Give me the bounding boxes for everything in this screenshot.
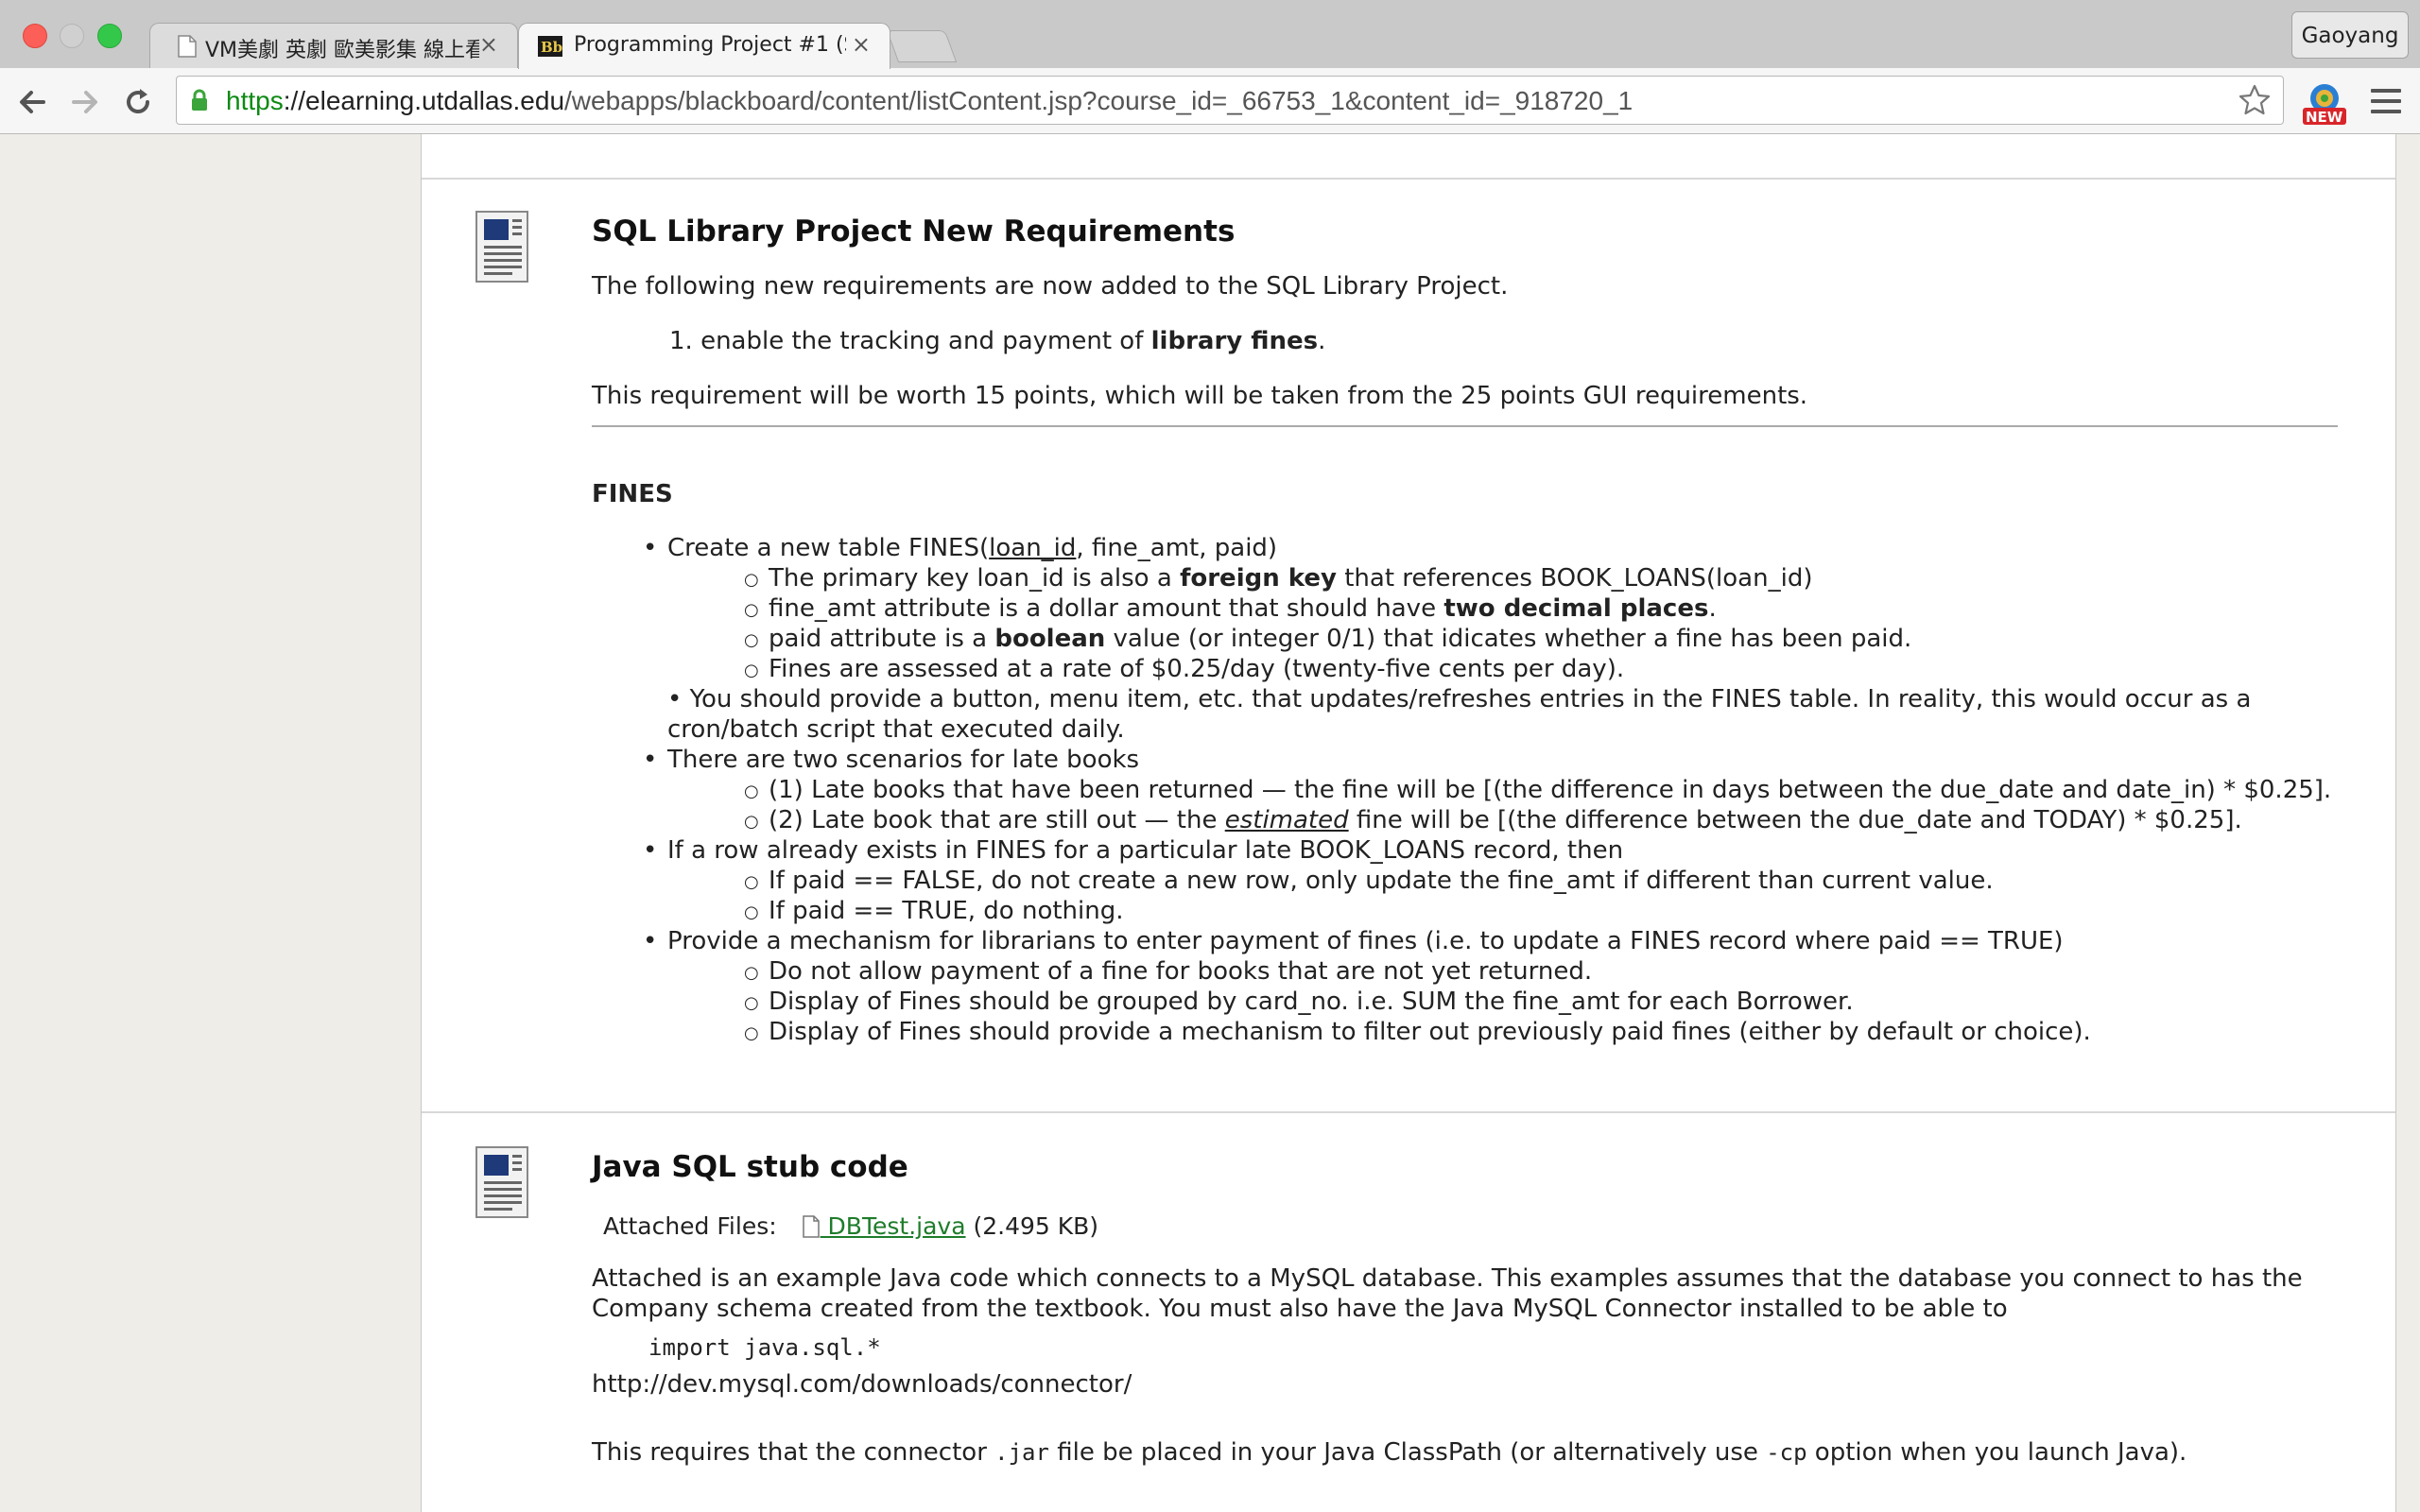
text: This requires that the connector	[592, 1438, 995, 1467]
bold-text: library fines	[1150, 327, 1319, 355]
content-area: SQL Library Project New Requirements The…	[421, 134, 2396, 1512]
file-link[interactable]: DBTest.java	[821, 1212, 966, 1240]
text: (2) Late book that are still out — the	[769, 806, 1225, 834]
tab-close-icon[interactable]: ×	[479, 31, 498, 58]
url-text: https://elearning.utdallas.edu/webapps/b…	[226, 86, 1633, 116]
text: The primary key loan_id is also a	[769, 564, 1181, 593]
underlined-text: loan_id	[989, 534, 1077, 562]
ordered-item: 1. enable the tracking and payment of li…	[669, 327, 1325, 355]
text: Create a new table FINES(	[667, 534, 990, 562]
item-title[interactable]: SQL Library Project New Requirements	[592, 215, 1235, 249]
emphasis-text: estimated	[1224, 806, 1349, 834]
window-minimize-button[interactable]	[60, 24, 84, 48]
list-item: If paid == FALSE, do not create a new ro…	[744, 867, 1994, 895]
code-line: import java.sql.*	[648, 1334, 881, 1361]
star-icon[interactable]	[2238, 83, 2272, 117]
bold-text: foreign key	[1180, 564, 1337, 593]
list-item: Create a new table FINES(loan_id, fine_a…	[643, 534, 1278, 562]
list-item: fine_amt attribute is a dollar amount th…	[744, 594, 1717, 623]
paragraph-text: Company schema created from the textbook…	[592, 1295, 2008, 1323]
document-icon	[475, 1146, 528, 1218]
browser-toolbar: https://elearning.utdallas.edu/webapps/b…	[0, 68, 2420, 134]
list-item-text: cron/batch script that executed daily.	[667, 715, 1125, 744]
document-icon	[475, 211, 528, 283]
text: fine will be [(the difference between th…	[1348, 806, 2242, 834]
divider	[422, 178, 2395, 180]
new-tab-button[interactable]	[886, 30, 958, 62]
paragraph-text: This requires that the connector .jar fi…	[592, 1438, 2187, 1467]
list-item: Display of Fines should provide a mechan…	[744, 1018, 2091, 1046]
lock-icon	[192, 89, 207, 111]
text: , fine_amt, paid)	[1076, 534, 1278, 562]
tab-title: Programming Project #1 (S	[574, 33, 846, 57]
tab-title: VM美劇 英劇 歐美影集 線上看	[205, 39, 479, 62]
window-titlebar: VM美劇 英劇 歐美影集 線上看 × Bb Programming Projec…	[0, 0, 2420, 69]
file-size: (2.495 KB)	[973, 1212, 1099, 1240]
list-item: If paid == TRUE, do nothing.	[744, 897, 1123, 925]
list-item: paid attribute is a boolean value (or in…	[744, 625, 1912, 653]
divider	[422, 1111, 2395, 1113]
window-maximize-button[interactable]	[97, 24, 122, 48]
text: paid attribute is a	[769, 625, 995, 653]
text: .	[1318, 327, 1326, 355]
text: that references BOOK_LOANS(loan_id)	[1336, 564, 1813, 593]
connector-url: http://dev.mysql.com/downloads/connector…	[592, 1370, 1132, 1399]
back-icon[interactable]	[15, 85, 49, 119]
new-extension-icon[interactable]: NEW	[2301, 79, 2348, 127]
list-item: (1) Late books that have been returned —…	[744, 776, 2331, 804]
url-host: ://elearning.utdallas.edu	[283, 86, 565, 115]
url-path: /webapps/blackboard/content/listContent.…	[564, 86, 1634, 115]
intro-text: The following new requirements are now a…	[592, 272, 1509, 301]
text: 1. enable the tracking and payment of	[669, 327, 1151, 355]
reload-icon[interactable]	[121, 85, 155, 119]
attached-files-label: Attached Files:	[603, 1212, 777, 1240]
tab-close-icon[interactable]: ×	[852, 31, 871, 58]
page-icon	[178, 35, 197, 58]
svg-text:Bb: Bb	[541, 39, 562, 56]
blackboard-icon: Bb	[538, 36, 562, 57]
list-item: Fines are assessed at a rate of $0.25/da…	[744, 655, 1624, 683]
profile-button[interactable]: Gaoyang	[2291, 11, 2409, 59]
paragraph-text: Attached is an example Java code which c…	[592, 1264, 2303, 1293]
menu-icon[interactable]	[2371, 89, 2401, 120]
list-item: There are two scenarios for late books	[643, 746, 1139, 774]
text: .	[1708, 594, 1717, 623]
list-item: (2) Late book that are still out — the e…	[744, 806, 2242, 834]
tab-vm-drama[interactable]: VM美劇 英劇 歐美影集 線上看 ×	[149, 23, 518, 68]
text: option when you launch Java).	[1806, 1438, 2187, 1467]
horizontal-rule	[592, 425, 2338, 427]
bold-text: boolean	[994, 625, 1106, 653]
list-item: The primary key loan_id is also a foreig…	[744, 564, 1813, 593]
list-item: Display of Fines should be grouped by ca…	[744, 988, 1854, 1016]
forward-icon[interactable]	[68, 85, 102, 119]
text: fine_amt attribute is a dollar amount th…	[769, 594, 1444, 623]
attached-files-row: Attached Files: DBTest.java (2.495 KB)	[603, 1212, 1098, 1240]
inline-code: .jar	[994, 1439, 1049, 1466]
address-bar[interactable]: https://elearning.utdallas.edu/webapps/b…	[176, 76, 2284, 125]
fines-heading: FINES	[592, 480, 673, 508]
list-item: Provide a mechanism for librarians to en…	[643, 927, 2064, 955]
text: file be placed in your Java ClassPath (o…	[1048, 1438, 1767, 1467]
list-item: If a row already exists in FINES for a p…	[643, 836, 1623, 865]
file-icon	[802, 1215, 820, 1238]
text: value (or integer 0/1) that idicates whe…	[1105, 625, 1912, 653]
list-item-text: • You should provide a button, menu item…	[667, 685, 2252, 713]
inline-code: -cp	[1766, 1439, 1807, 1466]
tab-programming-project[interactable]: Bb Programming Project #1 (S ×	[518, 23, 890, 69]
svg-text:NEW: NEW	[2306, 109, 2343, 126]
window-close-button[interactable]	[23, 24, 47, 48]
url-scheme: https	[226, 86, 284, 115]
item-title[interactable]: Java SQL stub code	[592, 1150, 908, 1184]
points-note: This requirement will be worth 15 points…	[592, 382, 1808, 410]
list-item: Do not allow payment of a fine for books…	[744, 957, 1592, 986]
bold-text: two decimal places	[1443, 594, 1709, 623]
